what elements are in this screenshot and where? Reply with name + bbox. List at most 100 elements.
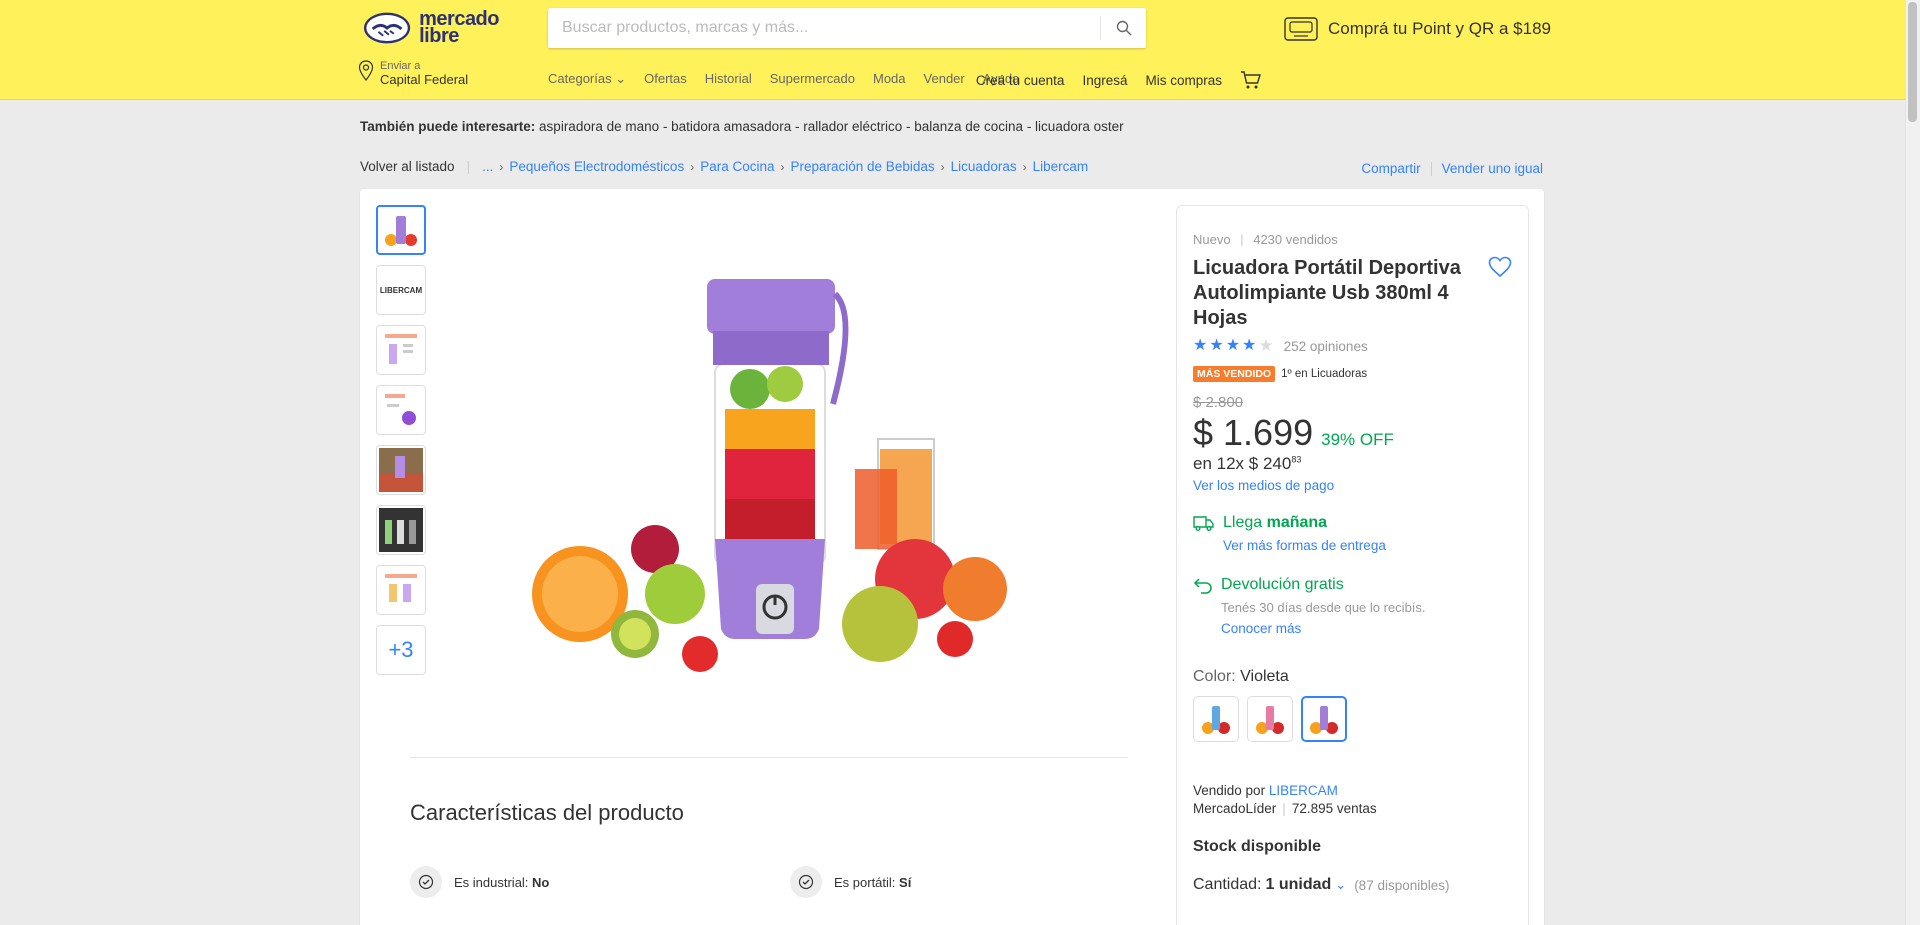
mercadolibre-logo[interactable]: mercado libre [363,8,499,47]
quantity-selector[interactable]: Cantidad: 1 unidad ⌄ (87 disponibles) [1193,876,1450,894]
category-rank[interactable]: 1º en Licuadoras [1281,368,1367,380]
selected-color: Violeta [1240,668,1289,685]
feature-item: Es industrial: No [410,866,549,898]
shipping-location[interactable]: Enviar a Capital Federal [358,60,468,88]
thumbnail[interactable] [376,505,426,555]
share-actions: Compartir Vender uno igual [1361,161,1543,176]
seller-link[interactable]: LIBERCAM [1269,783,1338,798]
seller-level: MercadoLíder [1193,801,1277,816]
point-promo[interactable]: Comprá tu Point y QR a $189 [1284,14,1551,44]
thumbnail[interactable] [376,205,426,255]
payment-methods-link[interactable]: Ver los medios de pago [1193,478,1334,493]
main-nav: Categorías ⌄ Ofertas Historial Supermerc… [548,71,1019,87]
star-icon: ★ [1242,337,1257,354]
nav-moda[interactable]: Moda [873,71,906,87]
scrollbar-thumb[interactable] [1908,2,1917,122]
breadcrumb-item[interactable]: Preparación de Bebidas [791,159,935,174]
return-arrow-icon [1193,578,1212,594]
current-price: $ 1.699 [1193,412,1314,453]
ship-to-label: Enviar a [380,60,421,72]
my-purchases-link[interactable]: Mis compras [1145,73,1222,88]
seller-prefix: Vendido por [1193,783,1269,798]
color-option[interactable] [1247,696,1293,742]
color-option[interactable] [1193,696,1239,742]
review-count: 252 opiniones [1283,338,1368,354]
return-info: Devolución gratis Tenés 30 días desde qu… [1193,576,1426,636]
rating[interactable]: ★ ★ ★ ★ ★ 252 opiniones [1193,336,1368,355]
more-shipping-link[interactable]: Ver más formas de entrega [1223,538,1386,553]
best-seller-row: MÁS VENDIDO 1º en Licuadoras [1193,366,1367,382]
colors-thumbnail-image [379,508,423,552]
blender-swatch-image [1256,706,1284,734]
breadcrumb-item[interactable]: Pequeños Electrodomésticos [509,159,684,174]
create-account-link[interactable]: Creá tu cuenta [976,73,1065,88]
main-product-image[interactable] [525,249,1035,689]
sell-same-link[interactable]: Vender uno igual [1442,161,1543,176]
thumbnail[interactable]: LIBERCAM [376,265,426,315]
nav-vender[interactable]: Vender [924,71,965,87]
login-link[interactable]: Ingresá [1082,73,1127,88]
thumbnail[interactable] [376,325,426,375]
cart-icon[interactable] [1240,70,1262,90]
related-searches-label: También puede interesarte: [360,119,536,134]
quantity-label: Cantidad: [1193,876,1262,893]
related-searches-text[interactable]: aspiradora de mano - batidora amasadora … [535,119,1124,134]
star-icon: ★ [1209,337,1224,354]
breadcrumb-item[interactable]: Para Cocina [700,159,774,174]
return-period: Tenés 30 días desde que lo recibís. [1221,600,1426,615]
libercam-brand-thumbnail: LIBERCAM [379,285,423,295]
seller-sales: 72.895 ventas [1291,801,1377,816]
learn-more-link[interactable]: Conocer más [1221,621,1426,636]
feature-item: Es portátil: Sí [790,866,911,898]
sold-count: 4230 vendidos [1253,232,1338,247]
nav-categorias[interactable]: Categorías ⌄ [548,71,626,87]
star-icon: ★ [1193,337,1208,354]
nav-historial[interactable]: Historial [705,71,752,87]
nav-ofertas[interactable]: Ofertas [644,71,687,87]
installments: en 12x $ 24083 [1193,454,1301,474]
breadcrumb-divider: | [466,159,471,174]
color-option-selected[interactable] [1301,696,1347,742]
search-input[interactable] [562,8,1092,48]
back-to-list-link[interactable]: Volver al listado [360,159,455,174]
product-card: LIBERCAM +3 Características del producto… [360,189,1544,925]
chevron-right-icon: › [499,159,504,174]
star-empty-icon: ★ [1258,336,1274,355]
related-searches: También puede interesarte: aspiradora de… [360,119,1124,134]
infographic-thumbnail-image [385,394,416,425]
share-link[interactable]: Compartir [1361,161,1420,176]
meta-divider: | [1240,232,1244,247]
feature-check-icon [790,866,822,898]
logo-text: mercado libre [419,8,499,47]
arrival-text: Llega mañana [1223,514,1328,531]
available-count: (87 disponibles) [1354,877,1450,893]
free-return-title: Devolución gratis [1221,576,1344,593]
page-scrollbar[interactable] [1905,0,1920,925]
color-label: Color: Violeta [1193,668,1289,685]
stock-status: Stock disponible [1193,838,1322,855]
condition: Nuevo [1193,232,1231,247]
section-divider [410,757,1128,758]
thumbnail[interactable] [376,385,426,435]
shipping-info: Llega mañana Ver más formas de entrega [1193,514,1386,553]
thumbnail[interactable] [376,445,426,495]
search-button[interactable] [1100,16,1146,40]
nav-supermercado[interactable]: Supermercado [770,71,855,87]
chevron-right-icon: › [1022,159,1027,174]
breadcrumb: Volver al listado | ... › Pequeños Elect… [360,159,1088,174]
seller-divider: | [1282,801,1286,816]
location-pin-icon [358,60,374,81]
breadcrumb-ellipsis[interactable]: ... [482,159,493,174]
feature-value: No [532,874,550,890]
thumbnail-gallery: LIBERCAM +3 [376,205,426,685]
breadcrumb-item[interactable]: Licuadoras [951,159,1017,174]
feature-value: Sí [899,874,912,890]
share-divider [1430,161,1432,176]
feature-label: Es portátil: [834,874,900,890]
more-images-button[interactable]: +3 [376,625,426,675]
installments-amount: en 12x $ 240 [1193,454,1292,473]
heart-icon[interactable] [1488,256,1512,278]
thumbnail[interactable] [376,565,426,615]
search-icon [1116,20,1131,36]
breadcrumb-item[interactable]: Libercam [1033,159,1089,174]
